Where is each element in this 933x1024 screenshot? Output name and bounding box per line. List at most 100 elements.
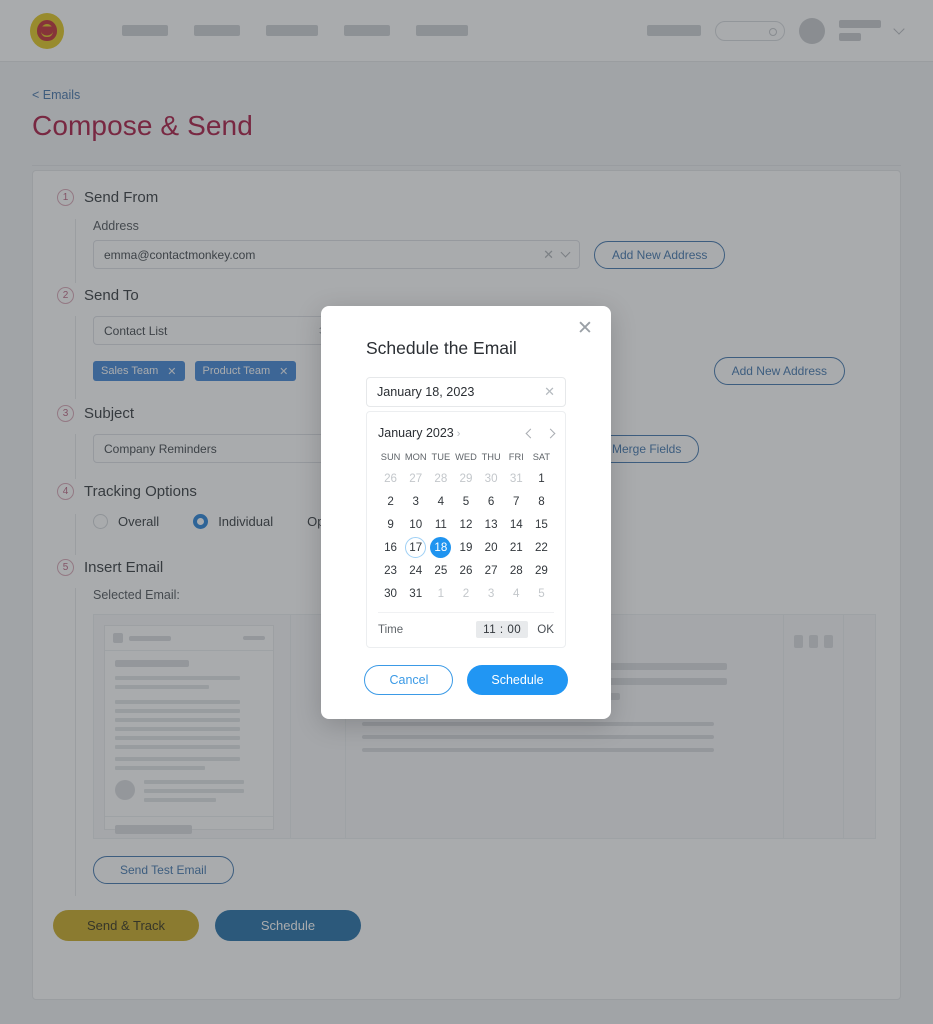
calendar-day-cell[interactable]: 22 bbox=[529, 536, 554, 559]
calendar-day-number[interactable]: 16 bbox=[380, 537, 401, 558]
calendar-day-number[interactable]: 14 bbox=[506, 514, 527, 535]
calendar-day-number[interactable]: 29 bbox=[531, 560, 552, 581]
calendar-day-cell[interactable]: 5 bbox=[453, 490, 478, 513]
calendar-day-cell[interactable]: 31 bbox=[504, 467, 529, 490]
calendar-day-cell[interactable]: 4 bbox=[428, 490, 453, 513]
calendar-day-number[interactable]: 22 bbox=[531, 537, 552, 558]
calendar-day-cell[interactable]: 30 bbox=[378, 582, 403, 605]
calendar-day-cell[interactable]: 29 bbox=[453, 467, 478, 490]
calendar-day-number[interactable]: 1 bbox=[430, 583, 451, 604]
modal-schedule-button[interactable]: Schedule bbox=[467, 665, 568, 695]
calendar-day-cell[interactable]: 6 bbox=[479, 490, 504, 513]
calendar-day-cell[interactable]: 1 bbox=[529, 467, 554, 490]
calendar-day-cell[interactable]: 5 bbox=[529, 582, 554, 605]
calendar-day-number[interactable]: 8 bbox=[531, 491, 552, 512]
calendar-day-number[interactable]: 28 bbox=[430, 468, 451, 489]
calendar-day-number[interactable]: 24 bbox=[405, 560, 426, 581]
calendar-day-number[interactable]: 21 bbox=[506, 537, 527, 558]
calendar-day-number[interactable]: 27 bbox=[405, 468, 426, 489]
calendar-day-number[interactable]: 12 bbox=[455, 514, 476, 535]
clear-date-icon[interactable]: ✕ bbox=[544, 384, 555, 400]
calendar-day-cell[interactable]: 30 bbox=[479, 467, 504, 490]
calendar-day-cell[interactable]: 20 bbox=[479, 536, 504, 559]
calendar-day-cell[interactable]: 19 bbox=[453, 536, 478, 559]
calendar-day-number[interactable]: 9 bbox=[380, 514, 401, 535]
calendar-day-cell[interactable]: 21 bbox=[504, 536, 529, 559]
calendar-day-cell[interactable]: 16 bbox=[378, 536, 403, 559]
calendar-day-cell[interactable]: 2 bbox=[453, 582, 478, 605]
time-ok-button[interactable]: OK bbox=[537, 623, 554, 636]
calendar-day-cell[interactable]: 10 bbox=[403, 513, 428, 536]
calendar-day-cell[interactable]: 26 bbox=[378, 467, 403, 490]
calendar-day-selected[interactable]: 18 bbox=[430, 537, 452, 558]
chevron-right-icon[interactable] bbox=[545, 428, 556, 438]
calendar-day-number[interactable]: 30 bbox=[380, 583, 401, 604]
calendar-day-cell[interactable]: 7 bbox=[504, 490, 529, 513]
calendar-day-cell[interactable]: 25 bbox=[428, 559, 453, 582]
calendar-day-cell[interactable]: 31 bbox=[403, 582, 428, 605]
calendar-day-cell[interactable]: 3 bbox=[479, 582, 504, 605]
date-input[interactable]: January 18, 2023 ✕ bbox=[366, 377, 566, 407]
calendar-day-cell[interactable]: 27 bbox=[479, 559, 504, 582]
calendar-day-cell[interactable]: 23 bbox=[378, 559, 403, 582]
calendar-day-number[interactable]: 30 bbox=[481, 468, 502, 489]
calendar-day-cell[interactable]: 13 bbox=[479, 513, 504, 536]
calendar-day-number[interactable]: 5 bbox=[455, 491, 476, 512]
calendar-day-number[interactable]: 23 bbox=[380, 560, 401, 581]
month-year-label: January 2023 bbox=[378, 426, 454, 440]
calendar-day-number[interactable]: 26 bbox=[380, 468, 401, 489]
calendar-day-cell[interactable]: 9 bbox=[378, 513, 403, 536]
weekday-label: SUN bbox=[380, 452, 401, 462]
calendar-day-cell[interactable]: 29 bbox=[529, 559, 554, 582]
calendar-day-cell[interactable]: 28 bbox=[504, 559, 529, 582]
calendar-day-number[interactable]: 4 bbox=[506, 583, 527, 604]
calendar-day-today[interactable]: 17 bbox=[405, 537, 427, 558]
calendar-day-cell[interactable]: 11 bbox=[428, 513, 453, 536]
time-input[interactable]: 11 : 00 bbox=[476, 621, 529, 638]
calendar-day-number[interactable]: 5 bbox=[531, 583, 552, 604]
calendar-day-cell[interactable]: 12 bbox=[453, 513, 478, 536]
calendar-day-cell[interactable]: 15 bbox=[529, 513, 554, 536]
calendar-day-number[interactable]: 3 bbox=[405, 491, 426, 512]
calendar-day-number[interactable]: 11 bbox=[430, 514, 451, 535]
calendar-day-cell[interactable]: 24 bbox=[403, 559, 428, 582]
calendar-day-number[interactable]: 20 bbox=[481, 537, 502, 558]
calendar-week-row: 2345678 bbox=[378, 490, 554, 513]
schedule-email-modal: ✕ Schedule the Email January 18, 2023 ✕ … bbox=[321, 306, 611, 719]
calendar-day-number[interactable]: 2 bbox=[455, 583, 476, 604]
calendar-day-number[interactable]: 29 bbox=[455, 468, 476, 489]
calendar-day-cell[interactable]: 17 bbox=[403, 536, 428, 559]
calendar-day-number[interactable]: 3 bbox=[481, 583, 502, 604]
cancel-button[interactable]: Cancel bbox=[364, 665, 454, 695]
calendar-day-number[interactable]: 19 bbox=[455, 537, 476, 558]
close-icon[interactable]: ✕ bbox=[575, 319, 595, 339]
calendar-day-cell[interactable]: 4 bbox=[504, 582, 529, 605]
calendar-day-cell[interactable]: 18 bbox=[428, 536, 453, 559]
calendar-week-row: 9 10 11 12 13 14 15 bbox=[378, 513, 554, 536]
calendar-day-cell[interactable]: 2 bbox=[378, 490, 403, 513]
calendar-day-number[interactable]: 31 bbox=[405, 583, 426, 604]
calendar-day-cell[interactable]: 26 bbox=[453, 559, 478, 582]
calendar-day-cell[interactable]: 8 bbox=[529, 490, 554, 513]
calendar-day-cell[interactable]: 1 bbox=[428, 582, 453, 605]
calendar-day-number[interactable]: 1 bbox=[531, 468, 552, 489]
app-root: < Emails Compose & Send 1 Send From Addr… bbox=[0, 0, 933, 1024]
calendar-day-number[interactable]: 25 bbox=[430, 560, 451, 581]
calendar-day-cell[interactable]: 3 bbox=[403, 490, 428, 513]
calendar-day-number[interactable]: 13 bbox=[481, 514, 502, 535]
calendar-day-number[interactable]: 2 bbox=[380, 491, 401, 512]
calendar-day-number[interactable]: 26 bbox=[455, 560, 476, 581]
calendar-day-number[interactable]: 4 bbox=[430, 491, 451, 512]
calendar-day-number[interactable]: 6 bbox=[481, 491, 502, 512]
calendar-day-number[interactable]: 7 bbox=[506, 491, 527, 512]
calendar-day-number[interactable]: 15 bbox=[531, 514, 552, 535]
calendar-day-number[interactable]: 27 bbox=[481, 560, 502, 581]
calendar-day-cell[interactable]: 14 bbox=[504, 513, 529, 536]
calendar-day-number[interactable]: 28 bbox=[506, 560, 527, 581]
calendar-day-cell[interactable]: 27 bbox=[403, 467, 428, 490]
calendar-day-number[interactable]: 10 bbox=[405, 514, 426, 535]
chevron-left-icon[interactable] bbox=[525, 428, 536, 438]
calendar-day-number[interactable]: 31 bbox=[506, 468, 527, 489]
calendar-day-cell[interactable]: 28 bbox=[428, 467, 453, 490]
month-year-button[interactable]: January 2023 › bbox=[378, 426, 460, 440]
